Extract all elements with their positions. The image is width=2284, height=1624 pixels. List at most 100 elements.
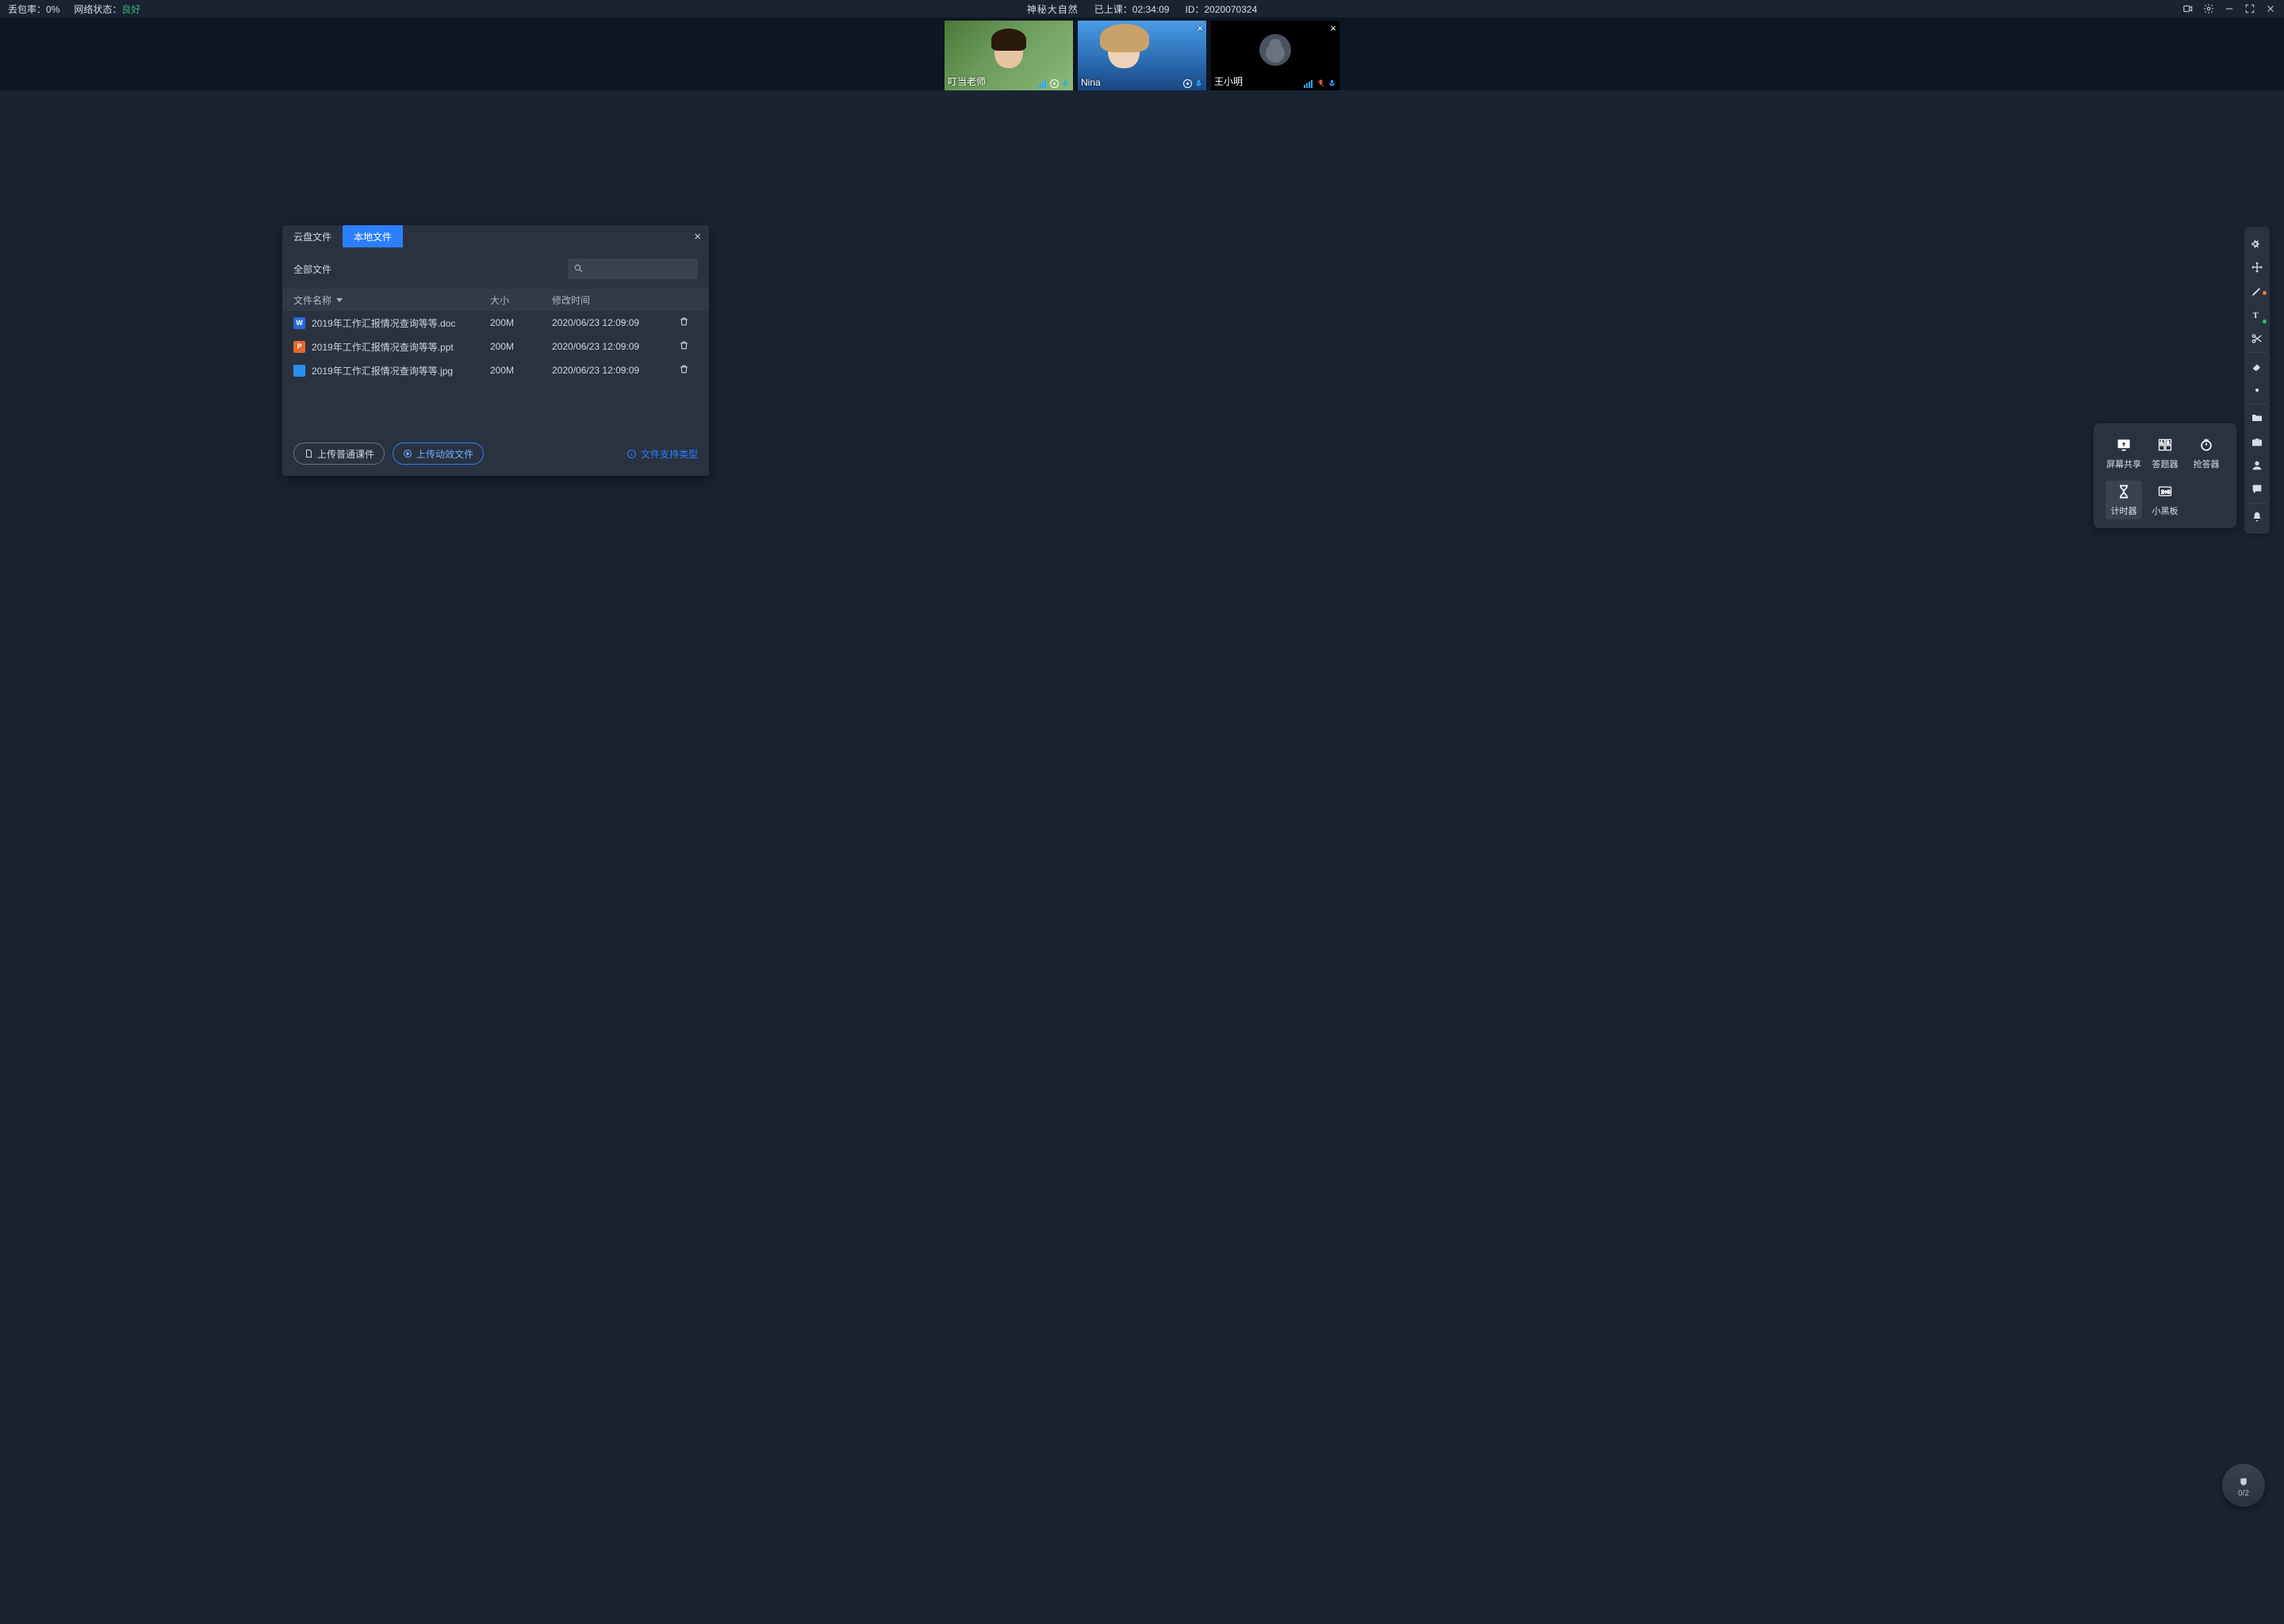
- modal-tabs: 云盘文件 本地文件 ×: [282, 225, 709, 247]
- file-time: 2020/06/23 12:09:09: [552, 365, 679, 376]
- camera-toggle-icon[interactable]: [2182, 3, 2194, 14]
- search-input[interactable]: [568, 259, 698, 279]
- tile-close-icon[interactable]: ×: [1330, 22, 1336, 34]
- modal-close-icon[interactable]: ×: [694, 230, 701, 243]
- tab-cloud-files[interactable]: 云盘文件: [282, 225, 343, 247]
- screen-share-label: 屏幕共享: [2106, 458, 2141, 470]
- delete-file-icon[interactable]: [679, 318, 689, 329]
- course-title: 神秘大自然: [1027, 2, 1079, 16]
- toolbox-icon[interactable]: [2244, 430, 2270, 454]
- pen-tool-icon[interactable]: [2244, 279, 2270, 303]
- file-size: 200M: [490, 341, 552, 352]
- svg-text:B: B: [2167, 440, 2170, 444]
- file-size: 200M: [490, 365, 552, 376]
- video-tile[interactable]: × 王小明: [1211, 21, 1339, 90]
- file-time: 2020/06/23 12:09:09: [552, 341, 679, 352]
- search-input-wrap: [568, 259, 698, 279]
- table-row[interactable]: 2019年工作汇报情况查询等等.jpg200M2020/06/23 12:09:…: [282, 358, 709, 382]
- delete-file-icon[interactable]: [679, 366, 689, 377]
- minimize-icon[interactable]: [2224, 3, 2235, 14]
- mic-on-icon: [1061, 79, 1070, 88]
- text-tool-icon[interactable]: T: [2244, 303, 2270, 327]
- eraser-tool-icon[interactable]: [2244, 354, 2270, 378]
- video-tile[interactable]: × Nina: [1078, 21, 1206, 90]
- supported-types-label: 文件支持类型: [641, 447, 698, 461]
- blackboard-label: 小黑板: [2152, 504, 2179, 517]
- fullscreen-icon[interactable]: [2244, 3, 2255, 14]
- bell-icon[interactable]: [2244, 505, 2270, 529]
- participant-name: 王小明: [1214, 75, 1243, 88]
- screen-share-icon: [2114, 436, 2133, 454]
- participant-name: 叮当老师: [948, 75, 986, 88]
- file-list: W2019年工作汇报情况查询等等.doc200M2020/06/23 12:09…: [282, 311, 709, 382]
- quiz-label: 答题器: [2152, 458, 2179, 470]
- camera-status-icon: [1050, 79, 1059, 88]
- sort-caret-icon: [336, 298, 343, 302]
- laser-pointer-icon[interactable]: [2244, 232, 2270, 255]
- scissors-tool-icon[interactable]: [2244, 327, 2270, 350]
- responder-button[interactable]: 抢答器: [2188, 434, 2225, 473]
- delete-file-icon[interactable]: [679, 342, 689, 353]
- settings-icon[interactable]: [2203, 3, 2214, 14]
- blackboard-button[interactable]: 2+3 小黑板: [2147, 481, 2183, 519]
- col-size-header[interactable]: 大小: [490, 293, 552, 307]
- svg-text:2+3: 2+3: [2161, 490, 2171, 496]
- file-name: 2019年工作汇报情况查询等等.ppt: [312, 340, 454, 354]
- session-id-label: ID：: [1185, 4, 1204, 15]
- upload-normal-button[interactable]: 上传普通课件: [293, 442, 385, 465]
- camera-off-placeholder-icon: [1259, 34, 1291, 66]
- close-icon[interactable]: [2265, 3, 2276, 14]
- volume-indicator-icon: [1037, 80, 1046, 88]
- timer-label: 计时器: [2111, 504, 2137, 517]
- tile-close-icon[interactable]: ×: [1197, 22, 1203, 34]
- network-value: 良好: [121, 4, 140, 15]
- packet-loss-label: 丢包率：: [8, 4, 46, 15]
- file-type-icon: W: [293, 317, 305, 329]
- tab-local-files[interactable]: 本地文件: [343, 225, 403, 247]
- camera-status-icon: [1183, 79, 1192, 88]
- raise-hand-badge[interactable]: 0/2: [2222, 1464, 2265, 1507]
- info-icon: [627, 449, 637, 459]
- raise-hand-count: 0/2: [2238, 1489, 2249, 1498]
- tools-popup: 屏幕共享 AB 答题器 抢答器 计时器 2+3 小黑板: [2094, 423, 2236, 528]
- col-time-header[interactable]: 修改时间: [552, 293, 679, 307]
- mic-on-icon: [1328, 79, 1336, 88]
- timer-button[interactable]: 计时器: [2106, 481, 2142, 519]
- folder-tool-icon[interactable]: [2244, 406, 2270, 430]
- right-toolbar: T: [2244, 227, 2270, 534]
- timer-icon: [2114, 483, 2133, 500]
- move-tool-icon[interactable]: [2244, 255, 2270, 279]
- file-name: 2019年工作汇报情况查询等等.doc: [312, 316, 455, 330]
- session-id-value: 2020070324: [1205, 4, 1258, 15]
- file-modal: 云盘文件 本地文件 × 全部文件 文件名称 大小 修改时间 W 2019年工作汇报…: [282, 225, 709, 476]
- search-icon: [573, 263, 584, 274]
- table-row[interactable]: W2019年工作汇报情况查询等等.doc200M2020/06/23 12:09…: [282, 311, 709, 335]
- responder-label: 抢答器: [2194, 458, 2220, 470]
- table-row[interactable]: P 2019年工作汇报情况查询等等.ppt 200M2020/06/23 12:09…: [282, 335, 709, 358]
- text-color-indicator: [2263, 320, 2267, 324]
- file-type-icon: P: [293, 341, 305, 353]
- screen-share-button[interactable]: 屏幕共享: [2106, 434, 2142, 473]
- participant-name: Nina: [1081, 77, 1101, 88]
- upload-animated-button[interactable]: 上传动效文件: [393, 442, 484, 465]
- elapsed-value: 02:34:09: [1132, 4, 1170, 15]
- upload-animated-label: 上传动效文件: [416, 447, 473, 461]
- brightness-icon[interactable]: [2244, 378, 2270, 402]
- table-header: 文件名称 大小 修改时间: [282, 289, 709, 311]
- video-tile[interactable]: 叮当老师: [945, 21, 1073, 90]
- svg-text:A: A: [2160, 440, 2163, 444]
- quiz-icon: AB: [2156, 436, 2175, 454]
- chat-icon[interactable]: [2244, 477, 2270, 501]
- col-name-header[interactable]: 文件名称: [293, 293, 490, 307]
- users-icon[interactable]: [2244, 454, 2270, 477]
- title-bar: 丢包率：0% 网络状态：良好 神秘大自然 已上课：02:34:09 ID：202…: [0, 0, 2284, 17]
- quiz-button[interactable]: AB 答题器: [2147, 434, 2183, 473]
- volume-indicator-icon: [1304, 80, 1313, 88]
- svg-text:T: T: [2253, 312, 2259, 320]
- mic-muted-icon: [1316, 79, 1325, 88]
- responder-icon: [2197, 436, 2216, 454]
- supported-types-link[interactable]: 文件支持类型: [627, 447, 698, 461]
- file-type-icon: [293, 365, 305, 377]
- breadcrumb-all-files[interactable]: 全部文件: [293, 262, 331, 276]
- network-label: 网络状态：: [74, 4, 121, 15]
